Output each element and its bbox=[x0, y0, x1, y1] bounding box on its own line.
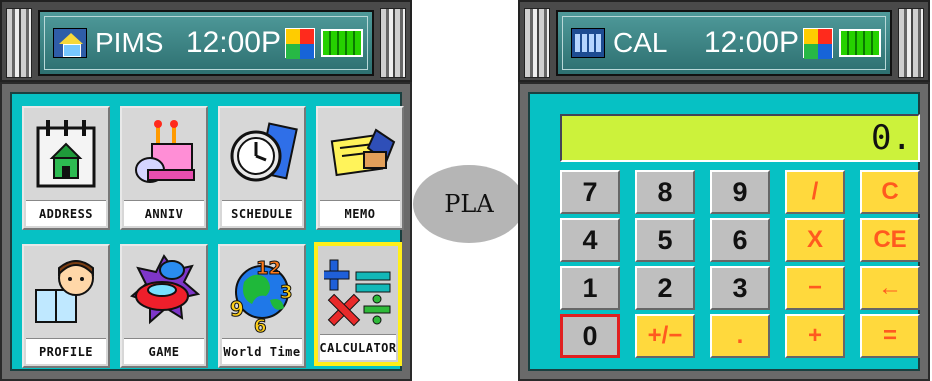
svg-text:12: 12 bbox=[256, 258, 281, 279]
battery-icon bbox=[839, 29, 881, 57]
anniversary-cake-icon bbox=[135, 120, 195, 183]
menu-item-game[interactable]: GAME bbox=[120, 244, 208, 368]
world-time-globe-icon: 9 12 3 6 bbox=[230, 258, 294, 337]
schedule-clock-icon bbox=[230, 122, 298, 182]
svg-text:6: 6 bbox=[254, 316, 267, 336]
key-3[interactable]: 3 bbox=[710, 266, 770, 310]
key-backspace[interactable]: ← bbox=[860, 266, 920, 310]
calculator-body: 0. 7 8 9 / C 4 5 6 X CE 1 2 3 − ← 0 +/− … bbox=[528, 92, 920, 371]
calculator-icon bbox=[324, 259, 391, 327]
svg-text:3: 3 bbox=[280, 282, 293, 303]
menu-item-profile[interactable]: PROFILE bbox=[22, 244, 110, 368]
key-divide[interactable]: / bbox=[785, 170, 845, 214]
menu-label: World Time bbox=[222, 338, 302, 364]
menu-label: ANNIV bbox=[124, 200, 204, 226]
menu-label: ADDRESS bbox=[26, 200, 106, 226]
menu-label: SCHEDULE bbox=[222, 200, 302, 226]
menu-item-schedule[interactable]: SCHEDULE bbox=[218, 106, 306, 230]
app-title: CAL bbox=[613, 27, 668, 58]
key-1[interactable]: 1 bbox=[560, 266, 620, 310]
key-0[interactable]: 0 bbox=[560, 314, 620, 358]
menu-item-memo[interactable]: MEMO bbox=[316, 106, 404, 230]
hinge-right bbox=[898, 8, 924, 78]
hinge-right bbox=[380, 8, 406, 78]
key-5[interactable]: 5 bbox=[635, 218, 695, 262]
hinge-left bbox=[524, 8, 550, 78]
key-equals[interactable]: = bbox=[860, 314, 920, 358]
key-2[interactable]: 2 bbox=[635, 266, 695, 310]
key-8[interactable]: 8 bbox=[635, 170, 695, 214]
address-book-icon bbox=[36, 120, 96, 188]
memo-notes-icon bbox=[330, 128, 396, 177]
profile-person-icon bbox=[35, 260, 94, 323]
clock: 12:00P bbox=[185, 26, 281, 59]
pims-status-bar: PIMS 12:00P bbox=[0, 0, 412, 82]
clock: 12:00P bbox=[703, 26, 799, 59]
pla-bubble: PLA bbox=[413, 165, 525, 243]
menu-label: MEMO bbox=[320, 200, 400, 226]
key-9[interactable]: 9 bbox=[710, 170, 770, 214]
calculator-app-icon bbox=[571, 28, 605, 58]
cal-title-bar: CAL 12:00P bbox=[556, 10, 892, 76]
pims-screen: PIMS 12:00P ADDRESS ANNIV SCHEDULE MEMO … bbox=[0, 0, 412, 381]
battery-icon bbox=[321, 29, 363, 57]
key-7[interactable]: 7 bbox=[560, 170, 620, 214]
hinge-left bbox=[6, 8, 32, 78]
key-plus-minus[interactable]: +/− bbox=[635, 314, 695, 358]
pims-panel: ADDRESS ANNIV SCHEDULE MEMO PROFILE GAME… bbox=[0, 82, 412, 381]
key-clear-entry[interactable]: CE bbox=[860, 218, 920, 262]
calculator-display: 0. bbox=[560, 114, 920, 162]
key-4[interactable]: 4 bbox=[560, 218, 620, 262]
game-car-icon bbox=[130, 254, 200, 325]
calculator-screen: CAL 12:00P 0. 7 8 9 / C 4 5 6 X CE 1 2 3… bbox=[518, 0, 930, 381]
signal-icon bbox=[803, 28, 833, 59]
key-6[interactable]: 6 bbox=[710, 218, 770, 262]
signal-icon bbox=[285, 28, 315, 59]
cal-status-bar: CAL 12:00P bbox=[518, 0, 930, 82]
app-title: PIMS bbox=[95, 27, 164, 58]
menu-item-world-time[interactable]: 9 12 3 6 World Time bbox=[218, 244, 306, 368]
key-plus[interactable]: + bbox=[785, 314, 845, 358]
key-multiply[interactable]: X bbox=[785, 218, 845, 262]
menu-item-address[interactable]: ADDRESS bbox=[22, 106, 110, 230]
key-clear[interactable]: C bbox=[860, 170, 920, 214]
menu-label: GAME bbox=[124, 338, 204, 364]
key-minus[interactable]: − bbox=[785, 266, 845, 310]
menu-label: CALCULATOR bbox=[319, 334, 396, 360]
home-icon bbox=[53, 28, 87, 58]
pims-menu-grid: ADDRESS ANNIV SCHEDULE MEMO PROFILE GAME… bbox=[10, 92, 404, 371]
menu-label: PROFILE bbox=[26, 338, 106, 364]
key-decimal[interactable]: . bbox=[710, 314, 770, 358]
menu-item-anniv[interactable]: ANNIV bbox=[120, 106, 208, 230]
pims-title-bar: PIMS 12:00P bbox=[38, 10, 374, 76]
svg-text:9: 9 bbox=[230, 297, 244, 321]
menu-item-calculator[interactable]: CALCULATOR bbox=[314, 242, 402, 366]
cal-panel: 0. 7 8 9 / C 4 5 6 X CE 1 2 3 − ← 0 +/− … bbox=[518, 82, 930, 381]
